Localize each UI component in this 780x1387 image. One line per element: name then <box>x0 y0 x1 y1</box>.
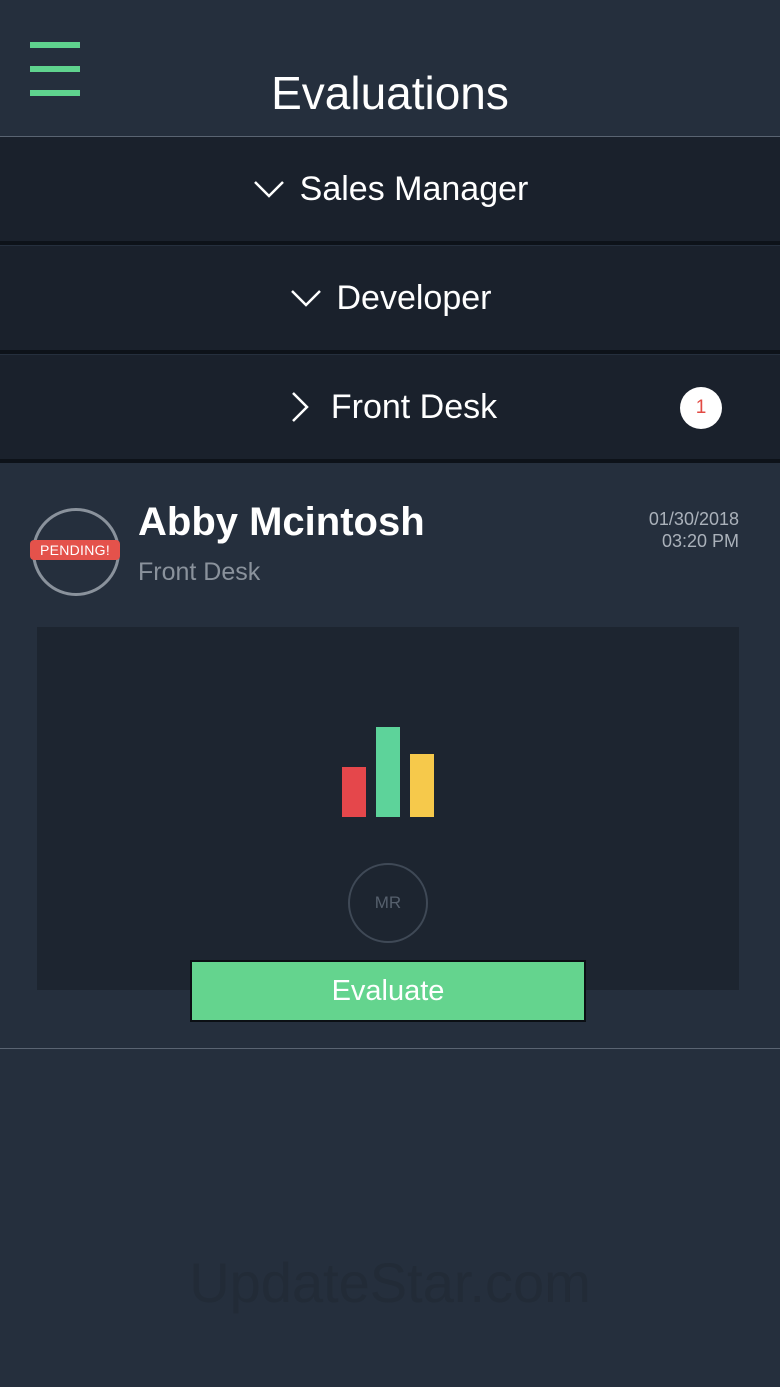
chevron-down-icon <box>290 290 321 307</box>
chevron-right-icon <box>291 392 309 422</box>
chart-bar-yellow <box>410 754 434 817</box>
employee-role: Front Desk <box>138 558 261 586</box>
bar-chart-icon <box>342 727 434 817</box>
group-sales-manager[interactable]: Sales Manager <box>0 137 780 245</box>
group-label: Sales Manager <box>299 169 529 208</box>
page-title: Evaluations <box>271 67 509 119</box>
evaluation-datetime: 01/30/2018 03:20 PM <box>649 508 739 552</box>
watermark: UpdateStar.com <box>189 1251 591 1314</box>
chevron-down-icon <box>253 181 284 198</box>
evaluation-card[interactable]: PENDING! Abby Mcintosh Front Desk 01/30/… <box>0 468 780 1049</box>
group-front-desk[interactable]: Front Desk 1 <box>0 355 780 463</box>
count-badge: 1 <box>680 387 722 429</box>
evaluation-date: 01/30/2018 <box>648 509 739 529</box>
evaluator-avatar: MR <box>348 863 428 943</box>
group-label: Front Desk <box>330 387 498 426</box>
chart-bar-red <box>342 767 366 817</box>
chart-bar-green <box>376 727 400 817</box>
evaluation-panel: MR <box>37 627 739 990</box>
app-header: Evaluations <box>0 0 780 137</box>
group-label: Developer <box>336 278 492 317</box>
evaluate-button[interactable]: Evaluate <box>190 960 586 1022</box>
status-badge: PENDING! <box>30 540 120 560</box>
group-developer[interactable]: Developer <box>0 246 780 354</box>
evaluation-time: 03:20 PM <box>661 531 739 551</box>
employee-name: Abby Mcintosh <box>138 500 425 544</box>
